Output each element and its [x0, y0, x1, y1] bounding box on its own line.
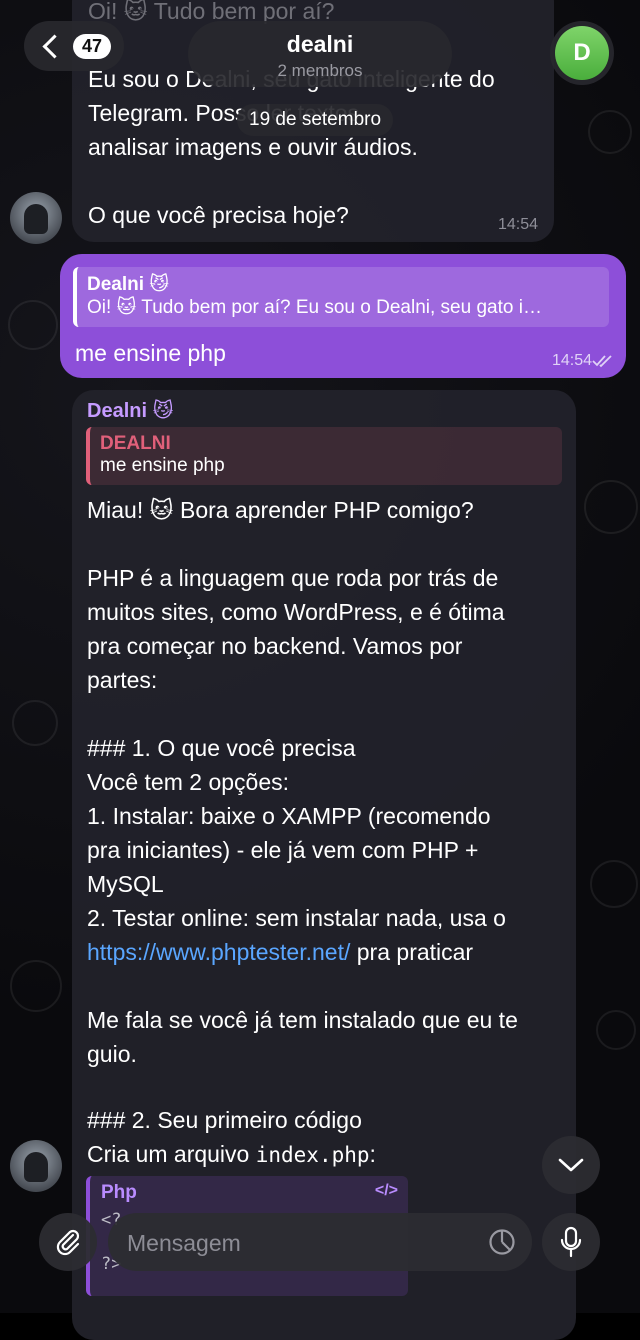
- reply-text: me ensine php: [100, 455, 225, 476]
- message-heading: ### 2. Seu primeiro código: [87, 1107, 362, 1133]
- code-language: Php: [101, 1182, 137, 1203]
- doodle: [584, 480, 638, 534]
- sender-avatar[interactable]: [10, 1140, 62, 1192]
- sender-name: Dealni 😼: [87, 400, 174, 422]
- chevron-down-icon: [558, 1158, 584, 1172]
- message-input-container[interactable]: [108, 1213, 532, 1273]
- message-text: 2. Testar online: sem instalar nada, usa…: [87, 905, 506, 931]
- message-bubble-incoming[interactable]: Dealni 😼 DEALNI me ensine php Miau! 🐱 Bo…: [72, 390, 576, 1340]
- avatar-letter: D: [555, 26, 609, 80]
- message-text: :: [369, 1141, 376, 1167]
- message-text: Cria um arquivo: [87, 1141, 256, 1167]
- chat-name: dealni: [286, 31, 354, 57]
- chat-avatar[interactable]: D: [550, 21, 614, 85]
- message-text: MySQL: [87, 871, 164, 897]
- doodle: [10, 960, 62, 1012]
- message-text: Miau! 🐱 Bora aprender PHP comigo?: [87, 497, 474, 523]
- message-text: muitos sites, como WordPress, e é ótima: [87, 599, 505, 625]
- message-text: partes:: [87, 667, 158, 693]
- message-text: Você tem 2 opções:: [87, 769, 290, 795]
- reply-quote[interactable]: DEALNI me ensine php: [86, 427, 562, 485]
- message-line: Cria um arquivo index.php:: [87, 1137, 376, 1172]
- doodle: [588, 110, 632, 154]
- message-text: Me fala se você já tem instalado que eu …: [87, 1007, 518, 1033]
- chevron-left-icon: [42, 33, 67, 59]
- inline-code: index.php: [255, 1143, 370, 1167]
- microphone-icon: [560, 1226, 582, 1258]
- date-label: 19 de setembro: [237, 104, 394, 136]
- scroll-down-button[interactable]: [542, 1136, 600, 1194]
- attach-button[interactable]: [39, 1213, 97, 1271]
- message-text: pra começar no backend. Vamos por: [87, 633, 463, 659]
- message-text: guio.: [87, 1041, 137, 1067]
- message-text: pra iniciantes) - ele já vem com PHP +: [87, 837, 479, 863]
- message-text: me ensine php: [75, 340, 226, 366]
- doodle: [8, 300, 58, 350]
- doodle: [596, 1010, 636, 1050]
- sender-avatar[interactable]: [10, 192, 62, 244]
- unread-count-badge: 47: [73, 33, 112, 59]
- phptester-link[interactable]: https://www.phptester.net/: [87, 939, 350, 965]
- reply-sender: DEALNI: [100, 433, 171, 454]
- back-button[interactable]: 47: [24, 21, 124, 71]
- message-time: 14:54: [551, 352, 592, 369]
- message-text: O que você precisa hoje?: [88, 202, 349, 228]
- sticker-clock-icon[interactable]: [488, 1228, 516, 1256]
- code-copy-icon[interactable]: </>: [375, 1182, 398, 1200]
- doodle: [590, 860, 638, 908]
- message-text: pra praticar: [350, 939, 474, 965]
- message-line: https://www.phptester.net/ pra praticar: [87, 935, 473, 969]
- chat-title[interactable]: dealni 2 membros: [188, 21, 452, 87]
- message-text: 1. Instalar: baixe o XAMPP (recomendo: [87, 803, 491, 829]
- paperclip-icon: [56, 1229, 80, 1256]
- message-input[interactable]: [125, 1213, 469, 1273]
- voice-message-button[interactable]: [542, 1213, 600, 1271]
- message-heading: ### 1. O que você precisa: [87, 735, 356, 761]
- reply-sender: Dealni 😼: [87, 274, 170, 295]
- reply-quote[interactable]: Dealni 😼 Oi! 🐱 Tudo bem por aí? Eu sou o…: [73, 267, 609, 327]
- message-time: 14:54: [497, 216, 538, 233]
- doodle: [12, 700, 58, 746]
- chat-members: 2 membros: [277, 61, 363, 80]
- message-bubble-outgoing[interactable]: Dealni 😼 Oi! 🐱 Tudo bem por aí? Eu sou o…: [60, 254, 626, 378]
- double-check-icon: [592, 355, 612, 368]
- reply-text: Oi! 🐱 Tudo bem por aí? Eu sou o Dealni, …: [87, 297, 542, 318]
- message-text: PHP é a linguagem que roda por trás de: [87, 565, 499, 591]
